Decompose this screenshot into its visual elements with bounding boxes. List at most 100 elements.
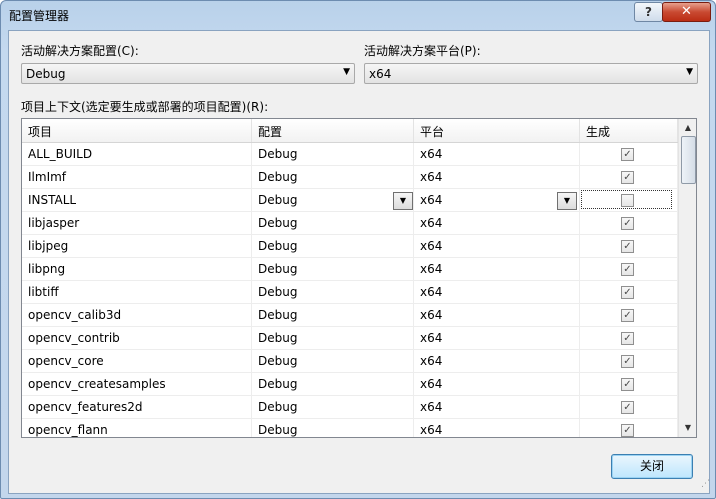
project-name-cell[interactable]: opencv_createsamples bbox=[22, 373, 252, 395]
active-config-label: 活动解决方案配置(C): bbox=[21, 44, 139, 58]
table-row[interactable]: opencv_createsamples Debug x64 ✓ bbox=[22, 373, 678, 396]
build-checkbox[interactable]: ✓ bbox=[621, 286, 634, 299]
scroll-up-arrow-icon[interactable]: ▲ bbox=[679, 119, 696, 136]
project-contexts-grid[interactable]: 项目 配置 平台 生成 ALL_BUILD Debug x64 ✓ IlmImf Debu… bbox=[21, 118, 697, 438]
build-checkbox[interactable]: ✓ bbox=[621, 401, 634, 414]
config-cell[interactable]: Debug bbox=[252, 258, 414, 280]
checkmark-icon: ✓ bbox=[623, 287, 632, 298]
build-checkbox[interactable]: ✓ bbox=[621, 355, 634, 368]
platform-cell[interactable]: x64 bbox=[414, 189, 580, 211]
build-checkbox[interactable]: ✓ bbox=[621, 240, 634, 253]
platform-cell[interactable]: x64 bbox=[414, 143, 580, 165]
config-cell[interactable]: Debug bbox=[252, 327, 414, 349]
project-name-cell[interactable]: opencv_core bbox=[22, 350, 252, 372]
help-button[interactable]: ? bbox=[634, 2, 663, 22]
table-row[interactable]: INSTALL Debug x64 ▼ ▼ bbox=[22, 189, 678, 212]
checkmark-icon: ✓ bbox=[623, 264, 632, 275]
table-row[interactable]: ALL_BUILD Debug x64 ✓ bbox=[22, 143, 678, 166]
checkmark-icon: ✓ bbox=[623, 149, 632, 160]
column-header-build[interactable]: 生成 bbox=[580, 119, 678, 142]
config-cell[interactable]: Debug bbox=[252, 281, 414, 303]
config-cell[interactable]: Debug bbox=[252, 419, 414, 437]
grid-header: 项目 配置 平台 生成 bbox=[22, 119, 678, 143]
platform-dropdown-button[interactable]: ▼ bbox=[557, 192, 577, 210]
chevron-down-icon: ▼ bbox=[343, 67, 350, 77]
focus-rectangle bbox=[581, 190, 672, 209]
project-name-cell[interactable]: libjpeg bbox=[22, 235, 252, 257]
checkmark-icon: ✓ bbox=[623, 241, 632, 252]
platform-cell[interactable]: x64 bbox=[414, 235, 580, 257]
project-name-cell[interactable]: libpng bbox=[22, 258, 252, 280]
platform-cell[interactable]: x64 bbox=[414, 304, 580, 326]
platform-cell[interactable]: x64 bbox=[414, 419, 580, 437]
close-button[interactable]: 关闭 bbox=[611, 454, 693, 479]
config-cell[interactable]: Debug bbox=[252, 304, 414, 326]
platform-cell[interactable]: x64 bbox=[414, 350, 580, 372]
build-checkbox[interactable]: ✓ bbox=[621, 332, 634, 345]
column-header-project[interactable]: 项目 bbox=[22, 119, 252, 142]
config-cell[interactable]: Debug bbox=[252, 396, 414, 418]
column-header-platform[interactable]: 平台 bbox=[414, 119, 580, 142]
project-name-cell[interactable]: opencv_contrib bbox=[22, 327, 252, 349]
checkmark-icon: ✓ bbox=[623, 310, 632, 321]
config-cell[interactable]: Debug bbox=[252, 373, 414, 395]
project-name-cell[interactable]: opencv_flann bbox=[22, 419, 252, 437]
project-name-cell[interactable]: opencv_features2d bbox=[22, 396, 252, 418]
config-cell[interactable]: Debug bbox=[252, 166, 414, 188]
scroll-down-arrow-icon[interactable]: ▼ bbox=[679, 419, 696, 436]
platform-cell[interactable]: x64 bbox=[414, 396, 580, 418]
title-bar[interactable]: 配置管理器 ? ✕ bbox=[1, 1, 715, 29]
checkmark-icon: ✓ bbox=[623, 356, 632, 367]
platform-cell[interactable]: x64 bbox=[414, 327, 580, 349]
window-title: 配置管理器 bbox=[9, 9, 70, 23]
table-row[interactable]: libtiff Debug x64 ✓ bbox=[22, 281, 678, 304]
active-platform-label: 活动解决方案平台(P): bbox=[364, 44, 481, 58]
project-name-cell[interactable]: IlmImf bbox=[22, 166, 252, 188]
build-checkbox[interactable]: ✓ bbox=[621, 378, 634, 391]
platform-cell[interactable]: x64 bbox=[414, 212, 580, 234]
table-row[interactable]: opencv_core Debug x64 ✓ bbox=[22, 350, 678, 373]
dialog-client-area: 活动解决方案配置(C): Debug ▼ 活动解决方案平台(P): x64 ▼ … bbox=[8, 30, 710, 494]
checkmark-icon: ✓ bbox=[623, 425, 632, 436]
build-checkbox[interactable]: ✓ bbox=[621, 309, 634, 322]
config-cell[interactable]: Debug bbox=[252, 235, 414, 257]
project-name-cell[interactable]: libjasper bbox=[22, 212, 252, 234]
build-checkbox[interactable]: ✓ bbox=[621, 424, 634, 437]
checkmark-icon: ✓ bbox=[623, 379, 632, 390]
platform-cell[interactable]: x64 bbox=[414, 373, 580, 395]
checkmark-icon: ✓ bbox=[623, 402, 632, 413]
active-config-dropdown[interactable]: Debug ▼ bbox=[21, 63, 355, 84]
resize-grip-icon[interactable]: ⋰ bbox=[701, 479, 710, 489]
project-name-cell[interactable]: opencv_calib3d bbox=[22, 304, 252, 326]
column-header-config[interactable]: 配置 bbox=[252, 119, 414, 142]
build-checkbox[interactable]: ✓ bbox=[621, 171, 634, 184]
table-row[interactable]: IlmImf Debug x64 ✓ bbox=[22, 166, 678, 189]
table-row[interactable]: opencv_calib3d Debug x64 ✓ bbox=[22, 304, 678, 327]
window-close-button[interactable]: ✕ bbox=[662, 2, 711, 22]
platform-cell[interactable]: x64 bbox=[414, 281, 580, 303]
table-row[interactable]: opencv_flann Debug x64 ✓ bbox=[22, 419, 678, 437]
platform-cell[interactable]: x64 bbox=[414, 258, 580, 280]
chevron-down-icon: ▼ bbox=[686, 67, 693, 77]
project-name-cell[interactable]: libtiff bbox=[22, 281, 252, 303]
config-cell[interactable]: Debug bbox=[252, 350, 414, 372]
config-cell[interactable]: Debug bbox=[252, 212, 414, 234]
checkmark-icon: ✓ bbox=[623, 172, 632, 183]
build-checkbox[interactable]: ✓ bbox=[621, 148, 634, 161]
platform-cell[interactable]: x64 bbox=[414, 166, 580, 188]
active-platform-dropdown[interactable]: x64 ▼ bbox=[364, 63, 698, 84]
build-checkbox[interactable]: ✓ bbox=[621, 217, 634, 230]
config-cell[interactable]: Debug bbox=[252, 189, 414, 211]
table-row[interactable]: libpng Debug x64 ✓ bbox=[22, 258, 678, 281]
build-checkbox[interactable]: ✓ bbox=[621, 263, 634, 276]
vertical-scrollbar[interactable]: ▲ ▼ bbox=[678, 119, 696, 437]
project-name-cell[interactable]: ALL_BUILD bbox=[22, 143, 252, 165]
table-row[interactable]: libjpeg Debug x64 ✓ bbox=[22, 235, 678, 258]
table-row[interactable]: opencv_features2d Debug x64 ✓ bbox=[22, 396, 678, 419]
project-name-cell[interactable]: INSTALL bbox=[22, 189, 252, 211]
config-cell[interactable]: Debug bbox=[252, 143, 414, 165]
config-dropdown-button[interactable]: ▼ bbox=[393, 192, 413, 210]
scrollbar-thumb[interactable] bbox=[681, 136, 696, 184]
table-row[interactable]: libjasper Debug x64 ✓ bbox=[22, 212, 678, 235]
table-row[interactable]: opencv_contrib Debug x64 ✓ bbox=[22, 327, 678, 350]
